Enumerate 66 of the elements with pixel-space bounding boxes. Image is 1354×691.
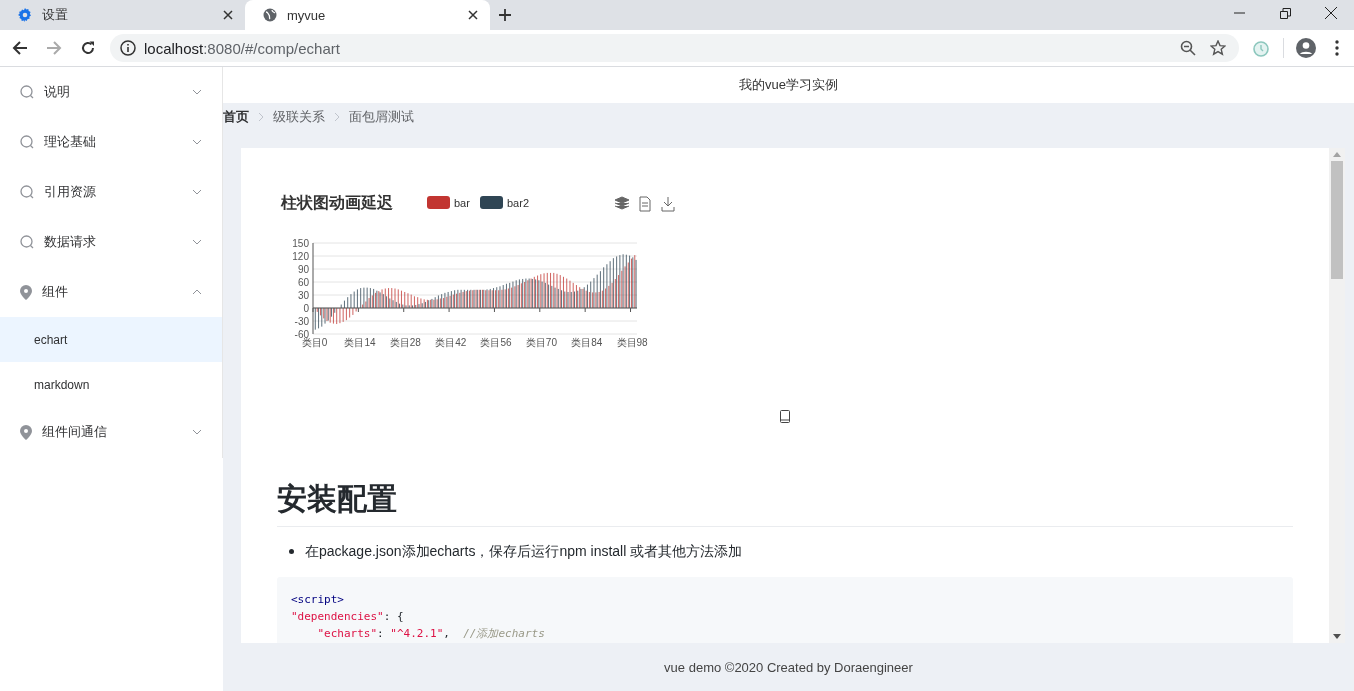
breadcrumb-item[interactable]: 首页 bbox=[223, 107, 249, 126]
chevron-down-icon bbox=[192, 189, 202, 195]
chevron-up-icon bbox=[192, 289, 202, 295]
gear-icon bbox=[18, 8, 32, 22]
legend-label: bar2 bbox=[507, 197, 530, 209]
legend-label: bar bbox=[454, 197, 471, 209]
axis-label: 120 bbox=[292, 250, 309, 262]
section-heading: 安装配置 bbox=[277, 479, 1293, 527]
axis-label: 30 bbox=[297, 289, 309, 301]
layers-icon[interactable] bbox=[614, 196, 630, 210]
breadcrumb-item: 面包屑测试 bbox=[349, 107, 414, 126]
axis-label: 类目70 bbox=[525, 337, 557, 348]
search-icon bbox=[20, 85, 34, 99]
code-line: "echarts": "^4.2.1", //添加echarts bbox=[316, 626, 546, 642]
search-icon bbox=[20, 135, 34, 149]
sidebar-item[interactable]: 数据请求 bbox=[0, 217, 222, 267]
chevron-down-icon bbox=[192, 429, 202, 435]
search-icon bbox=[20, 235, 34, 249]
header-title: 我的vue学习实例 bbox=[739, 76, 838, 94]
sidebar-subitem[interactable]: echart bbox=[0, 317, 222, 362]
scrollbar[interactable] bbox=[1329, 148, 1345, 643]
axis-label: 类目42 bbox=[435, 337, 467, 348]
profile-avatar-icon[interactable] bbox=[1294, 36, 1318, 60]
globe-icon bbox=[263, 8, 277, 22]
scroll-down-arrow-icon[interactable] bbox=[1333, 634, 1341, 639]
chevron-down-icon bbox=[192, 139, 202, 145]
location-pin-icon bbox=[20, 284, 32, 300]
scrollbar-thumb[interactable] bbox=[1331, 161, 1343, 279]
browser-tab[interactable]: 设置 bbox=[0, 0, 245, 30]
chevron-right-icon bbox=[258, 111, 264, 122]
footer-text: vue demo ©2020 Created by Doraengineer bbox=[664, 659, 913, 675]
axis-label: 150 bbox=[292, 237, 309, 249]
chart-title: 柱状图动画延迟 bbox=[281, 194, 393, 211]
location-pin-icon bbox=[20, 424, 32, 440]
sidebar-item[interactable]: 组件 bbox=[0, 267, 222, 317]
code-line: <script> bbox=[291, 592, 345, 608]
search-icon bbox=[20, 185, 34, 199]
sidebar-item[interactable]: 引用资源 bbox=[0, 167, 222, 217]
axis-label: 90 bbox=[297, 263, 309, 275]
sidebar-item[interactable]: 理论基础 bbox=[0, 117, 222, 167]
axis-label: 类目0 bbox=[301, 337, 328, 348]
document-icon[interactable] bbox=[639, 196, 651, 212]
tablet-icon bbox=[780, 410, 790, 423]
breadcrumb-item: 级联关系 bbox=[273, 107, 325, 126]
address-bar[interactable]: localhost:8080/#/comp/echart bbox=[110, 34, 1239, 62]
axis-label: 类目84 bbox=[571, 337, 603, 348]
sidebar-item[interactable]: 说明 bbox=[0, 67, 222, 117]
code-line: "dependencies": { bbox=[291, 609, 405, 625]
info-icon bbox=[120, 40, 136, 56]
axis-label: 类目28 bbox=[389, 337, 421, 348]
axis-label: 60 bbox=[297, 276, 309, 288]
browser-tab[interactable]: myvue bbox=[245, 0, 490, 30]
axis-label: 类目56 bbox=[480, 337, 512, 348]
axis-label: 类目98 bbox=[616, 337, 648, 348]
download-icon[interactable] bbox=[661, 196, 675, 212]
axis-label: 类目14 bbox=[344, 337, 376, 348]
chevron-right-icon bbox=[334, 111, 340, 122]
url-text: localhost:8080/#/comp/echart bbox=[144, 39, 341, 57]
list-item: 在package.json添加echarts，保存后运行npm install 或者其他方法添加 bbox=[305, 542, 743, 561]
chevron-down-icon bbox=[192, 239, 202, 245]
axis-label: -30 bbox=[294, 315, 309, 327]
bullet-dot bbox=[289, 548, 294, 554]
legend-item[interactable]: bar2 bbox=[480, 196, 530, 209]
chevron-down-icon bbox=[192, 89, 202, 95]
axis-label: 0 bbox=[303, 302, 309, 314]
sidebar-item[interactable]: 组件间通信 bbox=[0, 407, 222, 457]
